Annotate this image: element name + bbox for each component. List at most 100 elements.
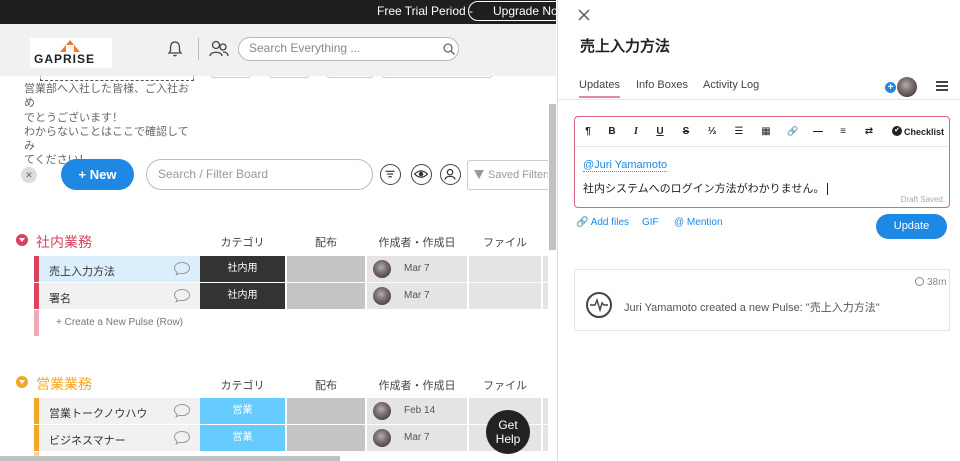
- subscriber-avatar[interactable]: [897, 77, 917, 97]
- table-row[interactable]: 営業トークノウハウ 営業 Feb 14: [34, 398, 548, 424]
- saved-filters-button[interactable]: Saved Filters: [467, 160, 548, 190]
- add-subscriber-icon[interactable]: +: [885, 82, 896, 93]
- distribution-cell[interactable]: [287, 283, 365, 309]
- column-header-creator[interactable]: 作成者・作成日: [367, 234, 467, 250]
- extra-cell[interactable]: [543, 256, 548, 282]
- avatar[interactable]: [373, 402, 391, 420]
- underline-icon[interactable]: U: [653, 126, 667, 137]
- group-collapse-icon[interactable]: [16, 376, 28, 388]
- table-row[interactable]: 署名 社内用 Mar 7: [34, 283, 548, 309]
- chat-bubble-icon[interactable]: [173, 288, 191, 303]
- filter-lines-icon: [385, 170, 395, 178]
- team-members-icon[interactable]: [208, 39, 230, 59]
- create-pulse-label[interactable]: + Create a New Pulse (Row): [56, 317, 183, 328]
- upgrade-now-button[interactable]: Upgrade Now: [468, 1, 568, 21]
- align-icon[interactable]: ≡: [836, 126, 850, 137]
- category-cell[interactable]: 営業: [200, 398, 285, 424]
- row-name[interactable]: 営業トークノウハウ: [49, 405, 147, 421]
- global-search-input[interactable]: [249, 41, 429, 55]
- divider-icon[interactable]: —: [811, 126, 825, 137]
- category-cell[interactable]: 社内用: [200, 256, 285, 282]
- link-icon[interactable]: 🔗: [786, 126, 800, 137]
- group-title[interactable]: 営業業務: [36, 374, 92, 394]
- filter-icon[interactable]: [380, 164, 401, 185]
- table-row[interactable]: 売上入力方法 社内用 Mar 7: [34, 256, 548, 282]
- creator-cell[interactable]: Mar 7: [367, 425, 467, 451]
- board-description[interactable]: 営業部へ入社した皆様、ご入社おめ でとうございます！ わからないことはここで確認…: [24, 82, 194, 168]
- strikethrough-icon[interactable]: S: [679, 126, 693, 137]
- group-title[interactable]: 社内業務: [36, 232, 92, 252]
- row-name[interactable]: 売上入力方法: [49, 263, 115, 279]
- avatar[interactable]: [373, 429, 391, 447]
- creator-cell[interactable]: Mar 7: [367, 256, 467, 282]
- creator-cell[interactable]: Mar 7: [367, 283, 467, 309]
- avatar[interactable]: [373, 260, 391, 278]
- tab-info-boxes[interactable]: Info Boxes: [636, 79, 688, 91]
- italic-icon[interactable]: I: [629, 126, 643, 137]
- ordered-list-icon[interactable]: ⅓: [705, 126, 719, 137]
- avatar[interactable]: [373, 287, 391, 305]
- help-line: Get: [498, 418, 518, 432]
- filter-board-input[interactable]: [158, 167, 358, 181]
- mention-link[interactable]: @ Mention: [674, 217, 723, 228]
- chat-bubble-icon[interactable]: [173, 430, 191, 445]
- logo-mark-icon: [60, 40, 80, 52]
- distribution-cell[interactable]: [287, 425, 365, 451]
- column-header-file[interactable]: ファイル: [469, 234, 541, 250]
- extra-cell[interactable]: [543, 425, 548, 451]
- table-row[interactable]: ビジネスマナー 営業 Mar 7: [34, 425, 548, 451]
- bold-icon[interactable]: B: [605, 126, 619, 137]
- mention-tag[interactable]: @Juri Yamamoto: [583, 159, 668, 172]
- checklist-button[interactable]: Checklist: [892, 126, 944, 137]
- editor-text[interactable]: 社内システムへのログイン方法がわかりません。: [583, 180, 829, 196]
- search-icon[interactable]: [442, 42, 456, 56]
- column-header-category[interactable]: カテゴリ: [200, 234, 285, 250]
- column-header-category[interactable]: カテゴリ: [200, 377, 285, 393]
- column-header-distribution[interactable]: 配布: [287, 377, 365, 393]
- column-header-distribution[interactable]: 配布: [287, 234, 365, 250]
- new-item-button[interactable]: + New: [61, 159, 134, 190]
- bell-icon[interactable]: [166, 40, 184, 58]
- menu-icon[interactable]: [936, 81, 948, 91]
- visibility-eye-icon[interactable]: [411, 164, 432, 185]
- extra-cell[interactable]: [543, 398, 548, 424]
- close-icon[interactable]: [577, 8, 591, 22]
- filter-board-box[interactable]: [146, 159, 373, 190]
- file-cell[interactable]: [469, 256, 541, 282]
- board-description-frame[interactable]: [40, 76, 194, 81]
- collapse-all-icon[interactable]: ✕: [21, 167, 37, 183]
- creator-cell[interactable]: Feb 14: [367, 398, 467, 424]
- person-filter-icon[interactable]: [440, 164, 461, 185]
- pulse-title[interactable]: 売上入力方法: [580, 35, 670, 56]
- paragraph-icon[interactable]: ¶: [581, 126, 595, 137]
- gif-link[interactable]: GIF: [642, 217, 659, 228]
- update-button[interactable]: Update: [876, 214, 947, 239]
- global-search-box[interactable]: [238, 37, 459, 61]
- company-logo[interactable]: GAPRISE: [30, 38, 112, 68]
- horizontal-scrollbar[interactable]: [0, 456, 340, 461]
- column-stub: [381, 76, 493, 78]
- tab-updates[interactable]: Updates: [579, 79, 620, 98]
- tab-activity-log[interactable]: Activity Log: [703, 79, 759, 91]
- get-help-button[interactable]: Get Help: [486, 410, 530, 454]
- vertical-scrollbar[interactable]: [549, 104, 556, 250]
- column-header-creator[interactable]: 作成者・作成日: [367, 377, 467, 393]
- chat-bubble-icon[interactable]: [173, 261, 191, 276]
- direction-icon[interactable]: ⇄: [862, 126, 876, 137]
- table-icon[interactable]: ▦: [759, 126, 773, 137]
- row-name[interactable]: ビジネスマナー: [49, 432, 126, 448]
- group-collapse-icon[interactable]: [16, 234, 28, 246]
- update-editor[interactable]: ¶ B I U S ⅓ ☰ ▦ 🔗 — ≡ ⇄ Checklist @Juri …: [574, 116, 950, 208]
- distribution-cell[interactable]: [287, 256, 365, 282]
- chat-bubble-icon[interactable]: [173, 403, 191, 418]
- column-header-file[interactable]: ファイル: [469, 377, 541, 393]
- add-files-link[interactable]: 🔗 Add files: [576, 217, 629, 228]
- bullet-list-icon[interactable]: ☰: [732, 126, 746, 137]
- row-name[interactable]: 署名: [49, 290, 71, 306]
- category-cell[interactable]: 営業: [200, 425, 285, 451]
- extra-cell[interactable]: [543, 283, 548, 309]
- file-cell[interactable]: [469, 283, 541, 309]
- distribution-cell[interactable]: [287, 398, 365, 424]
- create-pulse-row[interactable]: + Create a New Pulse (Row): [34, 310, 548, 336]
- category-cell[interactable]: 社内用: [200, 283, 285, 309]
